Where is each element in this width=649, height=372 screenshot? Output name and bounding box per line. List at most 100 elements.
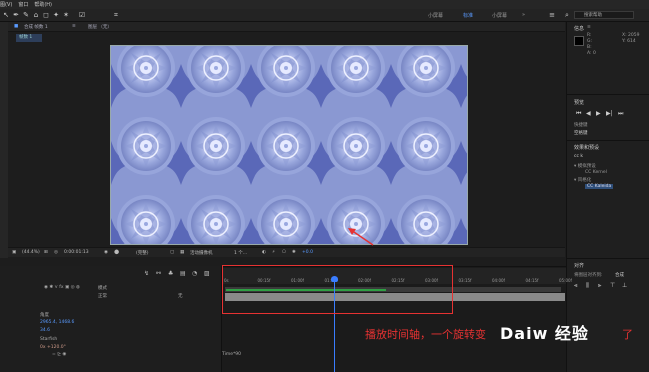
align-left-icon[interactable]: ⫷ [574, 282, 577, 290]
align-panel-title[interactable]: 对齐 [574, 262, 584, 269]
eraser-tool-icon[interactable]: ◻ [42, 11, 50, 19]
info-y: Y: 614 [622, 39, 636, 44]
ruler-tick-label: 04:15f [525, 278, 539, 283]
snap-options-icon[interactable]: ⌗ [112, 11, 120, 19]
composition-footer: ▣ (44.4%) ⊞ ◎ 0:00:01:13 ◉ ⬤ (完整) ▢ ▦ 活动… [8, 247, 565, 257]
graph-editor-icon[interactable]: ◔ [192, 270, 197, 277]
workspace-small-screen[interactable]: 小屏幕 [428, 12, 443, 19]
info-panel-title[interactable]: 信息 [574, 25, 584, 32]
render-icon[interactable]: ◐ [262, 250, 266, 255]
property-rotation[interactable]: 0x +120.0° [40, 345, 66, 350]
play-icon[interactable]: ▶ [596, 110, 601, 117]
property-size[interactable]: 34.6 [40, 328, 50, 333]
parent-dropdown[interactable]: 无 [178, 293, 183, 299]
menu-view[interactable]: 图(V) [0, 1, 12, 8]
puppet-tool-icon[interactable]: ✶ [62, 11, 70, 19]
info-x: X: 2059 [622, 33, 640, 38]
always-preview-icon[interactable]: ▣ [12, 250, 16, 255]
workspace-small-screen-2[interactable]: 小屏幕 [492, 12, 507, 19]
info-b: B: [587, 45, 592, 50]
shy-icon[interactable]: ♣ [168, 270, 173, 277]
first-frame-icon[interactable]: ⏮ [576, 110, 581, 118]
fast-preview-icon[interactable]: ⚡ [272, 250, 275, 255]
tab-layer[interactable]: 图层 （无） [88, 24, 112, 30]
mode-column-header: 模式 [98, 286, 107, 291]
menu-bar: 图(V) 窗口 帮助(H) [0, 0, 649, 9]
ruler-tick-label: 04:00f [492, 278, 505, 283]
effects-category[interactable]: ▾ 模拟预设 [574, 163, 596, 169]
workspace-overflow-icon[interactable]: ≡ [548, 11, 556, 19]
snapshot-icon[interactable]: ◉ [104, 250, 108, 255]
zoom-dropdown[interactable]: (44.4%) [22, 250, 40, 255]
comp-breadcrumb[interactable]: 帧数 1 [16, 34, 42, 42]
mask-icon[interactable]: ◎ [54, 250, 58, 255]
expression-icons[interactable]: = ⊵ ◉ [52, 352, 66, 357]
exposure-value[interactable]: +0.0 [302, 250, 313, 255]
views-dropdown[interactable]: 1 个... [234, 250, 247, 256]
align-center-icon[interactable]: ⫼ [586, 282, 589, 290]
align-top-icon[interactable]: ⊤ [610, 282, 615, 289]
flowchart-icon[interactable]: ⎔ [282, 250, 286, 255]
search-help-input[interactable]: 搜索帮助 [574, 11, 634, 19]
effects-search-input[interactable]: cc k [574, 154, 583, 159]
next-frame-icon[interactable]: ▶| [606, 110, 613, 117]
property-center[interactable]: 2965.4, 1468.6 [40, 320, 74, 325]
prev-frame-icon[interactable]: ◀ [586, 110, 591, 117]
composition-canvas[interactable] [110, 45, 468, 245]
watermark-logo: Daiw 经验 [500, 324, 589, 343]
transparency-icon[interactable]: ▦ [180, 250, 184, 255]
divider [567, 258, 649, 259]
effects-panel-title[interactable]: 效果和预设 [574, 144, 599, 151]
annotation-arrow [348, 228, 374, 246]
align-target-dropdown[interactable]: 合成 [615, 272, 624, 278]
tutorial-caption: 播放时间轴，一个旋转变 [365, 328, 486, 341]
workspace-standard[interactable]: 标准 [463, 12, 473, 19]
region-icon[interactable]: ▢ [170, 250, 174, 255]
workspace-menu-icon[interactable]: » [522, 12, 525, 18]
audio-tab[interactable]: ≡ [587, 25, 591, 30]
kaleidoscope-pattern [111, 46, 467, 244]
effects-category[interactable]: ▾ 风格化 [574, 177, 591, 183]
brush-tool-icon[interactable]: ✎ [22, 11, 30, 19]
ruler-tick-label: 05:00f [559, 278, 572, 283]
snap-checkbox-icon[interactable]: ☑ [78, 11, 86, 19]
info-a: A: 0 [587, 51, 596, 56]
align-right-icon[interactable]: ⫸ [598, 282, 601, 290]
effects-item-selected[interactable]: CC Kaleida [585, 184, 614, 189]
menu-window[interactable]: 窗口 [18, 1, 28, 8]
expression-text[interactable]: Time*90 [222, 352, 241, 357]
draft-3d-icon[interactable]: ▨ [204, 270, 210, 277]
info-r: R: [587, 33, 592, 38]
frame-blend-icon[interactable]: ▤ [180, 270, 186, 277]
left-panel-strip [0, 22, 8, 258]
selection-tool-icon[interactable]: ↖ [2, 11, 10, 19]
tab-composition[interactable]: 合成 帧数 1 [24, 24, 48, 30]
exposure-icon[interactable]: ✺ [292, 250, 296, 255]
pen-tool-icon[interactable]: ✒ [12, 11, 20, 19]
shortcut-label: 快捷键 [574, 123, 588, 128]
color-icon[interactable]: ⬤ [114, 250, 119, 255]
search-help-icon: ⌕ [565, 11, 569, 19]
property-angle: 角度 [40, 313, 49, 318]
motion-blur-icon[interactable]: ↯ [144, 270, 149, 277]
resolution-dropdown[interactable]: (完整) [136, 250, 149, 256]
roto-tool-icon[interactable]: ✦ [52, 11, 60, 19]
stamp-tool-icon[interactable]: ⌂ [32, 11, 40, 19]
align-middle-icon[interactable]: ⊥ [622, 282, 627, 289]
caption-tail: 了 [622, 328, 633, 341]
mode-dropdown[interactable]: 正常 [98, 293, 107, 299]
comp-lock-icon[interactable]: ■ [14, 24, 18, 29]
switches-icons[interactable]: ◉ ✱ ⋎ fx ▣ ◎ ◍ [44, 285, 80, 290]
menu-help[interactable]: 帮助(H) [34, 1, 52, 8]
grid-icon[interactable]: ⊞ [44, 250, 48, 255]
tab-menu-icon[interactable]: ≡ [72, 24, 76, 29]
camera-dropdown[interactable]: 活动摄像机 [190, 250, 213, 256]
layer-outline: ◉ ✱ ⋎ fx ▣ ◎ ◍ 模式 正常 无 角度 2965.4, 1468.6… [0, 266, 222, 372]
preview-panel-title[interactable]: 预览 [574, 99, 584, 106]
effects-item[interactable]: CC Kernel [585, 170, 607, 175]
last-frame-icon[interactable]: ⏭ [618, 110, 623, 118]
comp-flow-icon[interactable]: ⚯ [156, 270, 161, 277]
current-timecode[interactable]: 0:00:01:13 [64, 250, 89, 255]
property-mirroring[interactable]: Starfish [40, 337, 57, 342]
shortcut-dropdown[interactable]: 空格键 [574, 130, 588, 136]
